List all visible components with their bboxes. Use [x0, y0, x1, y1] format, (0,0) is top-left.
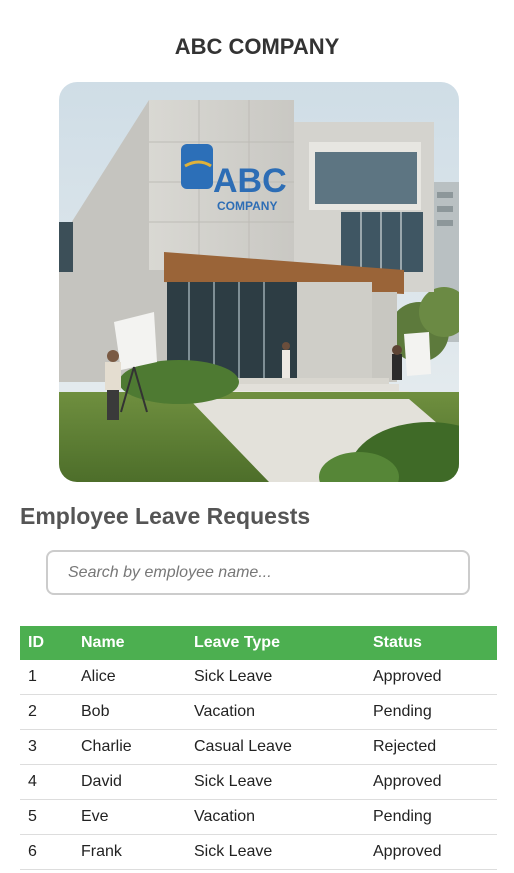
- cell-status: Approved: [365, 660, 497, 695]
- cell-leave-type: Sick Leave: [186, 834, 365, 870]
- cell-name: Charlie: [73, 729, 186, 765]
- cell-name: Alice: [73, 660, 186, 695]
- table-row[interactable]: 5 Eve Vacation Pending: [20, 799, 497, 835]
- column-header-id[interactable]: ID: [20, 626, 73, 660]
- cell-leave-type: Vacation: [186, 694, 365, 730]
- table-row[interactable]: 6 Frank Sick Leave Approved: [20, 834, 497, 870]
- cell-id: 5: [20, 799, 73, 835]
- table-row[interactable]: 3 Charlie Casual Leave Rejected: [20, 729, 497, 765]
- table-header-row: ID Name Leave Type Status: [20, 626, 497, 660]
- table-row[interactable]: 4 David Sick Leave Approved: [20, 764, 497, 800]
- column-header-status[interactable]: Status: [365, 626, 497, 660]
- cell-leave-type: Sick Leave: [186, 660, 365, 695]
- cell-status: Approved: [365, 764, 497, 800]
- cell-status: Rejected: [365, 729, 497, 765]
- table-row[interactable]: 1 Alice Sick Leave Approved: [20, 660, 497, 695]
- search-box: [46, 550, 470, 595]
- section-title: Employee Leave Requests: [20, 503, 311, 529]
- search-input[interactable]: [46, 550, 470, 595]
- logo-text: ABC: [213, 162, 287, 200]
- cell-leave-type: Casual Leave: [186, 729, 365, 765]
- leave-requests-table: ID Name Leave Type Status 1 Alice Sick L…: [20, 626, 497, 870]
- column-header-leave-type[interactable]: Leave Type: [186, 626, 365, 660]
- cell-status: Approved: [365, 834, 497, 870]
- company-title: ABC COMPANY: [174, 34, 340, 59]
- column-header-name[interactable]: Name: [73, 626, 186, 660]
- cell-name: David: [73, 764, 186, 800]
- cell-name: Frank: [73, 834, 186, 870]
- cell-name: Bob: [73, 694, 186, 730]
- cell-id: 4: [20, 764, 73, 800]
- cell-status: Pending: [365, 694, 497, 730]
- table-row[interactable]: 2 Bob Vacation Pending: [20, 694, 497, 730]
- cell-status: Pending: [365, 799, 497, 835]
- logo-subtext: COMPANY: [217, 199, 277, 213]
- cell-id: 2: [20, 694, 73, 730]
- cell-name: Eve: [73, 799, 186, 835]
- cell-leave-type: Vacation: [186, 799, 365, 835]
- hero-image-building: ABC COMPANY: [59, 82, 459, 482]
- cell-leave-type: Sick Leave: [186, 764, 365, 800]
- cell-id: 3: [20, 729, 73, 765]
- cell-id: 6: [20, 834, 73, 870]
- cell-id: 1: [20, 660, 73, 695]
